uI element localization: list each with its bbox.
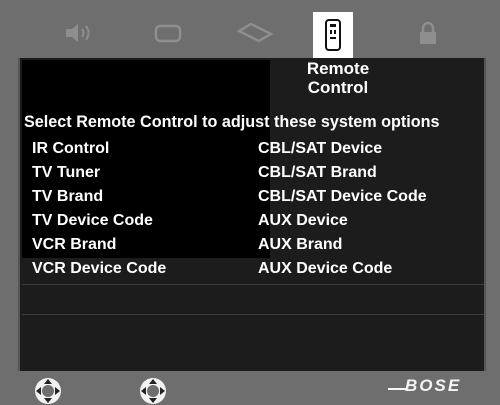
page-title-line1: Remote [306, 59, 370, 78]
remote-icon [325, 19, 341, 51]
option-cbl-sat-device[interactable]: CBL/SAT Device [258, 140, 382, 158]
option-aux-brand[interactable]: AUX Brand [258, 236, 342, 254]
logo-rule [388, 388, 406, 390]
option-tv-tuner[interactable]: TV Tuner [32, 164, 100, 182]
tab-source[interactable] [235, 14, 275, 52]
option-cbl-sat-device-code[interactable]: CBL/SAT Device Code [258, 188, 427, 206]
option-aux-device-code[interactable]: AUX Device Code [258, 260, 392, 278]
option-tv-device-code[interactable]: TV Device Code [32, 212, 153, 230]
lock-icon [420, 21, 436, 44]
option-vcr-brand[interactable]: VCR Brand [32, 236, 116, 254]
option-cbl-sat-brand[interactable]: CBL/SAT Brand [258, 164, 377, 182]
divider [22, 284, 484, 285]
options-panel: Remote Control Select Remote Control to … [18, 58, 486, 371]
tab-audio[interactable] [58, 14, 98, 52]
bottom-bar: BOSE [0, 371, 500, 405]
option-tv-brand[interactable]: TV Brand [32, 188, 103, 206]
option-aux-device[interactable]: AUX Device [258, 212, 348, 230]
nav-pad-icon[interactable] [34, 377, 62, 405]
tab-video[interactable] [148, 14, 188, 52]
instruction-text: Select Remote Control to adjust these sy… [24, 113, 440, 131]
option-ir-control[interactable]: IR Control [32, 140, 109, 158]
divider [22, 314, 484, 315]
tab-remote-control[interactable] [313, 12, 353, 58]
disc-icon [237, 22, 273, 43]
display-icon [154, 24, 182, 43]
page-title-line2: Control [307, 78, 369, 97]
tab-lock[interactable] [408, 14, 448, 52]
option-vcr-device-code[interactable]: VCR Device Code [32, 260, 166, 278]
speaker-icon [66, 24, 90, 42]
nav-pad-icon[interactable] [139, 377, 167, 405]
page-title: Remote Control [282, 59, 394, 97]
bose-logo: BOSE [405, 376, 462, 395]
